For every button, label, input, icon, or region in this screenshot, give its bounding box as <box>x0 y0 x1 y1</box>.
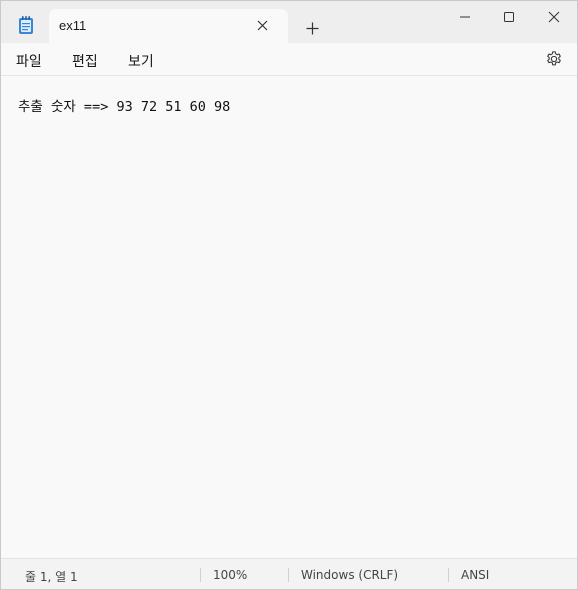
notepad-icon <box>18 16 34 35</box>
text-editor[interactable]: 추출 숫자 ==> 93 72 51 60 98 <box>1 77 577 557</box>
gear-icon <box>547 51 561 66</box>
status-divider <box>200 568 201 582</box>
minimize-icon <box>460 16 470 18</box>
menu-edit[interactable]: 편집 <box>72 51 98 71</box>
tab-title: ex11 <box>59 18 87 33</box>
new-tab-button[interactable] <box>301 18 323 38</box>
editor-text-line[interactable]: 추출 숫자 ==> 93 72 51 60 98 <box>18 95 230 115</box>
status-divider <box>288 568 289 582</box>
close-icon <box>257 20 267 30</box>
zoom-level: 100% <box>213 568 248 582</box>
notepad-window: ex11 파일 편집 보기 추출 숫자 ==> 93 72 51 60 98 줄… <box>0 0 578 590</box>
tab-ex11[interactable]: ex11 <box>49 9 288 43</box>
settings-button[interactable] <box>545 50 563 68</box>
menu-file[interactable]: 파일 <box>16 51 42 71</box>
minimize-button[interactable] <box>442 3 488 31</box>
plus-icon <box>306 22 318 34</box>
window-close-button[interactable] <box>531 3 577 31</box>
close-icon <box>548 11 560 23</box>
line-ending: Windows (CRLF) <box>301 568 399 582</box>
maximize-button[interactable] <box>486 3 532 31</box>
cursor-position: 줄 1, 열 1 <box>25 570 78 584</box>
status-divider <box>448 568 449 582</box>
menu-view[interactable]: 보기 <box>128 51 154 71</box>
status-bar: 줄 1, 열 1 100% Windows (CRLF) ANSI <box>1 558 577 589</box>
menu-bar: 파일 편집 보기 <box>1 43 577 76</box>
tab-close-button[interactable] <box>254 17 270 33</box>
title-bar: ex11 <box>1 1 577 43</box>
maximize-icon <box>504 12 514 22</box>
encoding: ANSI <box>461 568 490 582</box>
